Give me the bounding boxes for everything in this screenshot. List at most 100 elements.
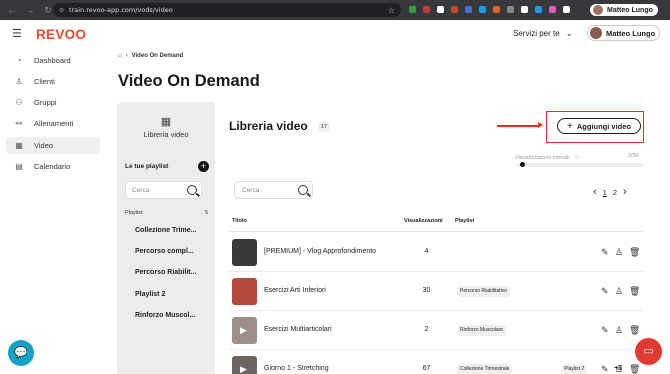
home-icon[interactable]: ⌂ xyxy=(118,53,122,59)
user-icon[interactable]: ♙ xyxy=(615,364,623,374)
browser-extension-icon[interactable] xyxy=(451,6,458,13)
table-row[interactable]: ▶ Esercizi Multiarticolari 2 Rinforzo Musco… xyxy=(229,311,643,350)
video-thumbnail[interactable]: ▶ xyxy=(232,356,257,374)
tab-libreria-video[interactable]: ▦ Libreria video xyxy=(117,115,215,139)
pencil-icon[interactable]: ✎ xyxy=(601,325,609,336)
playlist-item[interactable]: Playlist 2 xyxy=(135,291,165,298)
user-menu[interactable]: Matteo Lungo xyxy=(587,25,660,41)
chevron-left-icon[interactable]: ‹ xyxy=(593,186,597,198)
menu-icon[interactable]: ☰ xyxy=(12,27,22,40)
support-chat-button[interactable]: 💬 xyxy=(8,340,34,366)
video-title[interactable]: Esercizi Multiarticolari xyxy=(264,326,332,333)
servizi-dropdown[interactable]: Servizi per te ⌄ xyxy=(513,29,573,38)
pencil-icon[interactable]: ✎ xyxy=(601,247,609,258)
browser-extension-icon[interactable] xyxy=(563,6,570,13)
video-title[interactable]: Giorno 1 - Stretching xyxy=(264,365,329,372)
film-icon: ▦ xyxy=(160,116,172,128)
user-icon[interactable]: ♙ xyxy=(615,286,623,297)
trash-icon[interactable]: 🗑 xyxy=(629,364,640,374)
playlist-item[interactable]: Collezione Trime... xyxy=(135,227,196,234)
browser-extension-icon[interactable] xyxy=(535,6,542,13)
trash-icon[interactable]: 🗑 xyxy=(629,247,640,258)
table-row[interactable]: ▶ Giorno 1 - Stretching 67 Collezione Trime… xyxy=(229,350,643,374)
trash-icon[interactable]: 🗑 xyxy=(629,286,640,297)
browser-profile-button[interactable]: Matteo Lungo xyxy=(590,4,658,16)
film-icon: ▦ xyxy=(15,141,23,150)
trash-icon[interactable]: 🗑 xyxy=(629,325,640,336)
profile-avatar xyxy=(593,5,603,15)
sidebar-item-calendario[interactable]: ▤ Calendario xyxy=(6,158,100,175)
browser-extension-icon[interactable] xyxy=(479,6,486,13)
sidebar-item-video[interactable]: ▦ Video xyxy=(6,137,100,154)
user-name: Matteo Lungo xyxy=(606,28,656,38)
video-views: 2 xyxy=(424,326,429,333)
pencil-icon[interactable]: ✎ xyxy=(601,364,609,374)
chevron-down-icon: ⌄ xyxy=(565,29,573,38)
browser-extension-icon[interactable] xyxy=(549,6,556,13)
playlist-tag: Playlist 2 xyxy=(561,364,588,374)
video-search-input[interactable]: Cerca xyxy=(234,181,313,199)
chevron-right-icon[interactable]: › xyxy=(623,186,627,198)
col-title: Titolo xyxy=(232,218,247,224)
video-title[interactable]: [PREMIUM] - Vlog Approfondimento xyxy=(264,248,376,255)
pagination: ‹ 1 2 › xyxy=(593,186,627,198)
info-icon[interactable]: ⓘ xyxy=(575,155,581,161)
sidebar-item-label: Video xyxy=(34,141,54,150)
forward-icon[interactable]: → xyxy=(24,5,36,15)
table-row[interactable]: Esercizi Arti Inferiori 30 Percorso Riabil… xyxy=(229,272,643,311)
pencil-icon[interactable]: ✎ xyxy=(601,286,609,297)
browser-extension-icon[interactable] xyxy=(437,6,444,13)
browser-extension-icon[interactable] xyxy=(493,6,500,13)
video-thumbnail[interactable] xyxy=(232,239,257,266)
revoo-logo[interactable]: REVOO xyxy=(36,27,86,42)
user-icon[interactable]: ♙ xyxy=(615,325,623,336)
browser-extension-icon[interactable] xyxy=(465,6,472,13)
video-count-badge: 17 xyxy=(318,122,330,132)
playlist-header-label: Playlist xyxy=(125,210,143,216)
browser-extension-icon[interactable] xyxy=(409,6,416,13)
video-thumbnail[interactable] xyxy=(232,278,257,305)
playlist-item[interactable]: Percorso Riabilit... xyxy=(135,269,196,276)
browser-extension-icon[interactable] xyxy=(423,6,430,13)
video-title[interactable]: Esercizi Arti Inferiori xyxy=(264,287,326,294)
browser-extension-icon[interactable] xyxy=(507,6,514,13)
add-video-button[interactable]: + Aggiungi video xyxy=(557,118,641,134)
page-1[interactable]: 1 xyxy=(603,188,607,197)
playlist-count: 5 xyxy=(204,210,208,216)
sidebar-item-label: Dashboard xyxy=(34,56,71,65)
search-icon[interactable] xyxy=(298,185,308,195)
search-placeholder: Cerca xyxy=(132,186,150,194)
playlist-panel xyxy=(117,102,215,374)
sidebar-item-gruppi[interactable]: ⚇ Gruppi xyxy=(6,94,100,111)
add-video-label: Aggiungi video xyxy=(576,121,631,131)
col-views: Visualizzazioni xyxy=(404,218,443,224)
monthly-views-label: Visualizzazioni mensili ⓘ xyxy=(515,153,581,161)
site-info-icon[interactable]: ⊜ xyxy=(59,7,64,14)
add-playlist-button[interactable]: + xyxy=(198,161,209,172)
playlist-tag: Collezione Trimestrale xyxy=(457,364,513,374)
messages-button[interactable]: ▭ xyxy=(635,338,662,365)
table-row[interactable]: [PREMIUM] - Vlog Approfondimento 4 ✎ ♙ 🗑 xyxy=(229,233,643,272)
playlist-search-input[interactable]: Cerca xyxy=(125,181,202,199)
sidebar-item-clienti[interactable]: ♙ Clienti xyxy=(6,73,100,90)
playlist-list-header: Playlist 5 xyxy=(125,210,208,216)
video-thumbnail[interactable]: ▶ xyxy=(232,317,257,344)
page-title: Video On Demand xyxy=(118,72,260,90)
back-icon[interactable]: ← xyxy=(6,5,18,15)
plus-icon: + xyxy=(566,120,573,132)
search-icon[interactable] xyxy=(187,185,197,195)
sidebar-item-dashboard[interactable]: ◔ Dashboard xyxy=(6,52,100,69)
browser-extension-icon[interactable] xyxy=(521,6,528,13)
bookmark-star-icon[interactable]: ☆ xyxy=(388,6,395,15)
playlist-item[interactable]: Percorso compl... xyxy=(135,248,194,255)
user-icon[interactable]: ♙ xyxy=(615,247,623,258)
sidebar-item-allenamenti[interactable]: ⚯ Allenamenti xyxy=(6,115,100,132)
address-bar[interactable]: ⊜ train.revoo-app.com/vods/video ☆ xyxy=(53,3,401,17)
sidebar-item-label: Clienti xyxy=(34,77,55,86)
playlist-item[interactable]: Rinforzo Muscol... xyxy=(135,312,195,319)
servizi-label: Servizi per te xyxy=(513,29,560,38)
breadcrumb-current: Video On Demand xyxy=(131,53,184,59)
page-2[interactable]: 2 xyxy=(613,188,617,197)
breadcrumb-separator: › xyxy=(125,53,128,59)
annotation-arrow xyxy=(497,122,543,128)
